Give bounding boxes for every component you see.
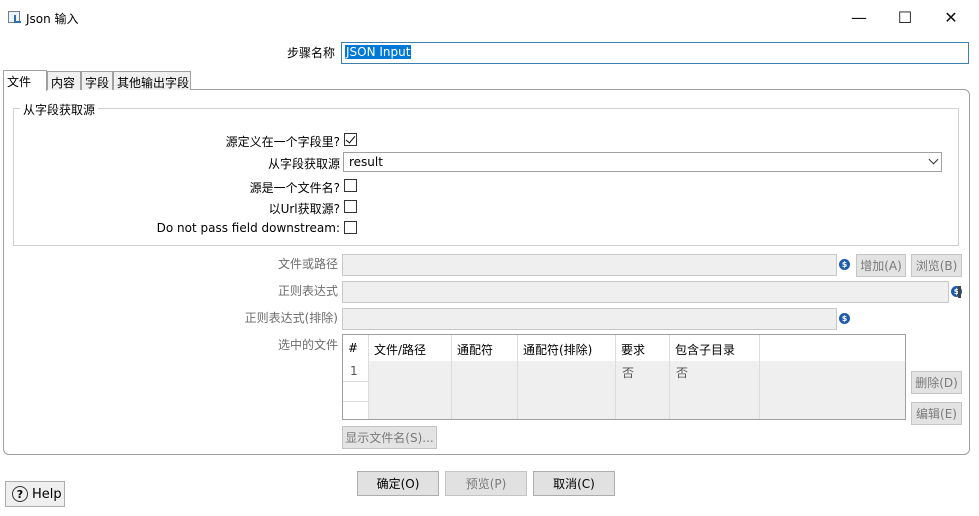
cancel-button[interactable]: 取消(C) <box>533 471 615 496</box>
maximize-button[interactable]: ☐ <box>882 0 928 34</box>
table-cell-required[interactable]: 否 <box>616 361 670 419</box>
read-source-as-url-label: 以Url获取源? <box>268 202 340 216</box>
source-is-filename-checkbox[interactable] <box>344 179 357 192</box>
source-field-select[interactable]: result <box>343 152 942 172</box>
ok-button[interactable]: 确定(O) <box>357 471 439 496</box>
app-icon <box>8 11 21 23</box>
source-in-field-checkbox[interactable] <box>344 133 357 146</box>
source-is-filename-label: 源是一个文件名? <box>249 181 340 195</box>
tab-fields[interactable]: 字段 <box>81 71 113 90</box>
chevron-down-icon <box>928 154 939 165</box>
regex-exclude-label: 正则表达式(排除) <box>244 311 338 325</box>
delete-button[interactable]: 删除(D) <box>911 371 962 394</box>
file-or-directory-input[interactable] <box>342 254 837 276</box>
source-in-field-label: 源定义在一个字段里? <box>225 135 340 149</box>
column-header-required[interactable]: 要求 <box>616 335 670 361</box>
read-source-as-url-checkbox[interactable] <box>344 200 357 213</box>
variable-icon: $ <box>839 313 850 324</box>
column-header-number[interactable]: # <box>343 335 369 361</box>
help-button[interactable]: ? Help <box>5 481 65 507</box>
selected-files-table[interactable]: # 文件/路径 通配符 通配符(排除) 要求 包含子目录 1 否 否 <box>342 334 906 420</box>
window-title: Json 输入 <box>26 12 79 26</box>
group-title: 从字段获取源 <box>20 101 99 118</box>
column-header-wildcard-exclude[interactable]: 通配符(排除) <box>518 335 616 361</box>
close-button[interactable]: ✕ <box>928 0 974 34</box>
title-bar <box>0 0 979 34</box>
step-name-value: JSON Input <box>345 45 412 59</box>
row-number: 1 <box>350 364 358 378</box>
row-divider <box>343 401 369 402</box>
tab-file[interactable]: 文件 <box>3 70 47 91</box>
table-cell-wildcard[interactable] <box>452 361 518 419</box>
regex-exclude-input[interactable] <box>342 308 837 330</box>
minimize-button[interactable]: — <box>836 0 882 34</box>
add-button[interactable]: 增加(A) <box>856 254 906 277</box>
do-not-pass-field-label: Do not pass field downstream: <box>156 221 340 235</box>
variable-icon: $ <box>839 259 850 270</box>
table-cell-include-subfolders[interactable]: 否 <box>670 361 760 419</box>
step-name-label: 步骤名称 <box>287 46 336 60</box>
source-field-value: result <box>349 155 383 169</box>
get-source-from-field-label: 从字段获取源 <box>267 157 340 171</box>
edit-button[interactable]: 编辑(E) <box>911 402 962 425</box>
regex-input[interactable] <box>342 281 949 303</box>
tab-additional-output-fields[interactable]: 其他输出字段 <box>113 71 191 90</box>
do-not-pass-field-checkbox[interactable] <box>344 221 357 234</box>
selected-files-label: 选中的文件 <box>277 338 338 352</box>
table-cell-wildcard-exclude[interactable] <box>518 361 616 419</box>
table-cell-empty <box>760 361 905 419</box>
preview-button[interactable]: 预览(P) <box>445 471 527 496</box>
row-number-column: 1 <box>343 361 369 419</box>
resize-marker <box>958 286 961 298</box>
step-name-input[interactable]: JSON Input <box>341 42 969 64</box>
browse-button[interactable]: 浏览(B) <box>911 254 962 277</box>
regex-label: 正则表达式 <box>277 284 338 298</box>
show-filenames-button[interactable]: 显示文件名(S)... <box>342 426 437 449</box>
help-label: Help <box>32 486 62 502</box>
file-or-directory-label: 文件或路径 <box>277 257 338 271</box>
row-divider <box>343 381 369 382</box>
help-icon: ? <box>12 486 28 502</box>
column-header-include-subfolders[interactable]: 包含子目录 <box>670 335 760 361</box>
tab-content[interactable]: 内容 <box>47 71 81 90</box>
table-cell-file-path[interactable] <box>369 361 452 419</box>
column-header-file-path[interactable]: 文件/路径 <box>369 335 452 361</box>
column-header-wildcard[interactable]: 通配符 <box>452 335 518 361</box>
